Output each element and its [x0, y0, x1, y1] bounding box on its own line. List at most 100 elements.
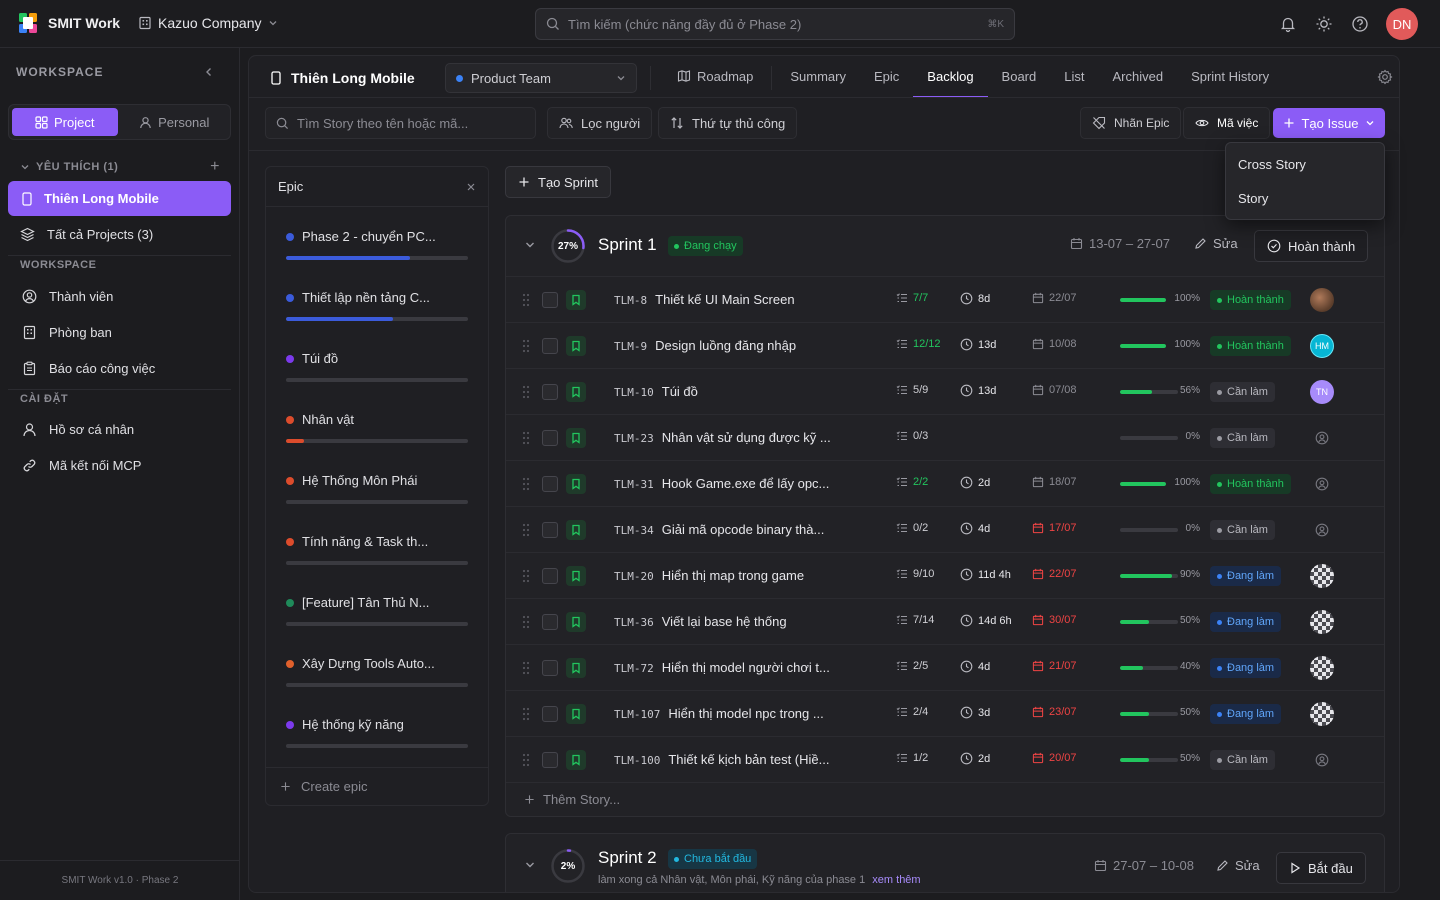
story-row[interactable]: TLM-23 Nhân vật sử dụng được kỹ ... 0/3 0% C…: [506, 414, 1384, 460]
assignee-avatar[interactable]: [1310, 610, 1334, 634]
story-title[interactable]: TLM-34 Giải mã opcode binary thà...: [614, 522, 890, 537]
epic-label-toggle[interactable]: Nhãn Epic: [1080, 107, 1182, 139]
story-title[interactable]: TLM-23 Nhân vật sử dụng được kỹ ...: [614, 430, 890, 445]
story-row[interactable]: TLM-20 Hiển thị map trong game 9/10 11d 4h 2…: [506, 552, 1384, 598]
drag-handle[interactable]: [522, 293, 530, 307]
sidebar-item-work-report[interactable]: Báo cáo công việc: [8, 351, 231, 386]
start-sprint-button[interactable]: Bắt đầu: [1276, 852, 1366, 884]
drag-handle[interactable]: [522, 707, 530, 721]
story-title[interactable]: TLM-10 Túi đồ: [614, 384, 890, 399]
sidebar-item-departments[interactable]: Phòng ban: [8, 315, 231, 350]
story-title[interactable]: TLM-36 Viết lại base hệ thống: [614, 614, 890, 629]
story-checkbox[interactable]: [542, 292, 558, 308]
epic-item[interactable]: Hệ Thống Môn Phái: [286, 473, 470, 504]
drag-handle-icon[interactable]: [522, 293, 530, 307]
story-title[interactable]: TLM-8 Thiết kế UI Main Screen: [614, 292, 890, 307]
drag-handle-icon[interactable]: [522, 753, 530, 767]
story-checkbox[interactable]: [542, 752, 558, 768]
company-switcher[interactable]: Kazuo Company: [138, 15, 278, 31]
create-sprint-button[interactable]: Tạo Sprint: [505, 166, 611, 198]
assignee-avatar[interactable]: [1310, 472, 1334, 496]
story-title[interactable]: TLM-72 Hiển thị model người chơi t...: [614, 660, 890, 675]
tab-sprint-history[interactable]: Sprint History: [1177, 56, 1283, 98]
story-title[interactable]: TLM-9 Design luồng đăng nhập: [614, 338, 890, 353]
story-checkbox[interactable]: [542, 522, 558, 538]
epic-item[interactable]: Phase 2 - chuyển PC...: [286, 229, 470, 260]
global-search-input[interactable]: Tìm kiếm (chức năng đầy đủ ở Phase 2) ⌘K: [535, 8, 1015, 40]
story-checkbox[interactable]: [542, 706, 558, 722]
add-story-button[interactable]: Thêm Story...: [506, 782, 1384, 816]
sidebar-item-profile[interactable]: Hồ sơ cá nhân: [8, 412, 231, 447]
drag-handle[interactable]: [522, 569, 530, 583]
drag-handle[interactable]: [522, 339, 530, 353]
epic-item[interactable]: Xây Dựng Tools Auto...: [286, 656, 470, 687]
sidebar-item-mcp-key[interactable]: Mã kết nối MCP: [8, 448, 231, 483]
story-title[interactable]: TLM-20 Hiển thị map trong game: [614, 568, 890, 583]
tab-epic[interactable]: Epic: [860, 56, 913, 98]
tab-archived[interactable]: Archived: [1098, 56, 1177, 98]
create-epic-button[interactable]: Create epic: [266, 767, 488, 805]
menu-item-cross-story[interactable]: Cross Story: [1226, 147, 1384, 181]
epic-item[interactable]: Hệ thống kỹ năng: [286, 717, 470, 748]
sidebar-item-favorite-project[interactable]: Thiên Long Mobile: [8, 181, 231, 216]
team-select[interactable]: Product Team: [445, 63, 637, 93]
story-status-badge[interactable]: Đang làm: [1210, 658, 1282, 678]
complete-sprint-button[interactable]: Hoàn thành: [1254, 230, 1369, 262]
story-status-badge[interactable]: Đang làm: [1210, 612, 1282, 632]
chevron-down-icon[interactable]: [524, 859, 536, 871]
story-title[interactable]: TLM-100 Thiết kế kịch bản test (Hiề...: [614, 752, 890, 767]
story-row[interactable]: TLM-72 Hiển thị model người chơi t... 2/5 4…: [506, 644, 1384, 690]
drag-handle[interactable]: [522, 385, 530, 399]
story-checkbox[interactable]: [542, 476, 558, 492]
drag-handle[interactable]: [522, 431, 530, 445]
drag-handle[interactable]: [522, 661, 530, 675]
bell-icon[interactable]: [1279, 15, 1297, 33]
tab-list[interactable]: List: [1050, 56, 1098, 98]
assignee-avatar[interactable]: [1310, 426, 1334, 450]
sun-icon[interactable]: [1315, 15, 1333, 33]
epic-item[interactable]: Tính năng & Task th...: [286, 534, 470, 565]
story-checkbox[interactable]: [542, 384, 558, 400]
drag-handle-icon[interactable]: [522, 477, 530, 491]
assignee-avatar[interactable]: [1310, 702, 1334, 726]
drag-handle-icon[interactable]: [522, 431, 530, 445]
user-avatar[interactable]: DN: [1386, 8, 1418, 40]
tab-backlog[interactable]: Backlog: [913, 56, 988, 98]
drag-handle-icon[interactable]: [522, 339, 530, 353]
drag-handle-icon[interactable]: [522, 523, 530, 537]
story-status-badge[interactable]: Cần làm: [1210, 520, 1275, 540]
drag-handle[interactable]: [522, 753, 530, 767]
story-checkbox[interactable]: [542, 568, 558, 584]
collapse-sidebar-icon[interactable]: [203, 66, 215, 78]
assignee-avatar[interactable]: [1310, 564, 1334, 588]
story-status-badge[interactable]: Cần làm: [1210, 750, 1275, 770]
issue-code-toggle[interactable]: Mã việc: [1183, 107, 1271, 139]
story-checkbox[interactable]: [542, 430, 558, 446]
story-row[interactable]: TLM-100 Thiết kế kịch bản test (Hiề... 1/2…: [506, 736, 1384, 782]
story-search-input[interactable]: Tìm Story theo tên hoặc mã...: [265, 107, 536, 139]
epic-item[interactable]: Nhân vật: [286, 412, 470, 443]
assignee-avatar[interactable]: [1310, 656, 1334, 680]
story-row[interactable]: TLM-107 Hiển thị model npc trong ... 2/4 3d…: [506, 690, 1384, 736]
sidebar-item-all-projects[interactable]: Tất cả Projects (3): [8, 217, 231, 252]
favorites-header[interactable]: YÊU THÍCH (1) +: [20, 158, 220, 176]
drag-handle-icon[interactable]: [522, 569, 530, 583]
epic-item[interactable]: Thiết lập nền tảng C...: [286, 290, 470, 321]
assignee-avatar[interactable]: [1310, 748, 1334, 772]
scope-project-button[interactable]: Project: [12, 108, 118, 136]
drag-handle-icon[interactable]: [522, 615, 530, 629]
epic-item[interactable]: Túi đồ: [286, 351, 470, 382]
drag-handle[interactable]: [522, 523, 530, 537]
story-status-badge[interactable]: Hoàn thành: [1210, 290, 1291, 310]
story-status-badge[interactable]: Đang làm: [1210, 704, 1282, 724]
drag-handle-icon[interactable]: [522, 385, 530, 399]
close-icon[interactable]: [466, 182, 476, 192]
edit-sprint-button[interactable]: Sửa: [1216, 858, 1260, 873]
story-status-badge[interactable]: Hoàn thành: [1210, 474, 1291, 494]
chevron-down-icon[interactable]: [524, 239, 536, 251]
story-status-badge[interactable]: Đang làm: [1210, 566, 1282, 586]
help-icon[interactable]: [1351, 15, 1369, 33]
add-favorite-icon[interactable]: +: [210, 158, 220, 176]
drag-handle[interactable]: [522, 477, 530, 491]
drag-handle-icon[interactable]: [522, 707, 530, 721]
